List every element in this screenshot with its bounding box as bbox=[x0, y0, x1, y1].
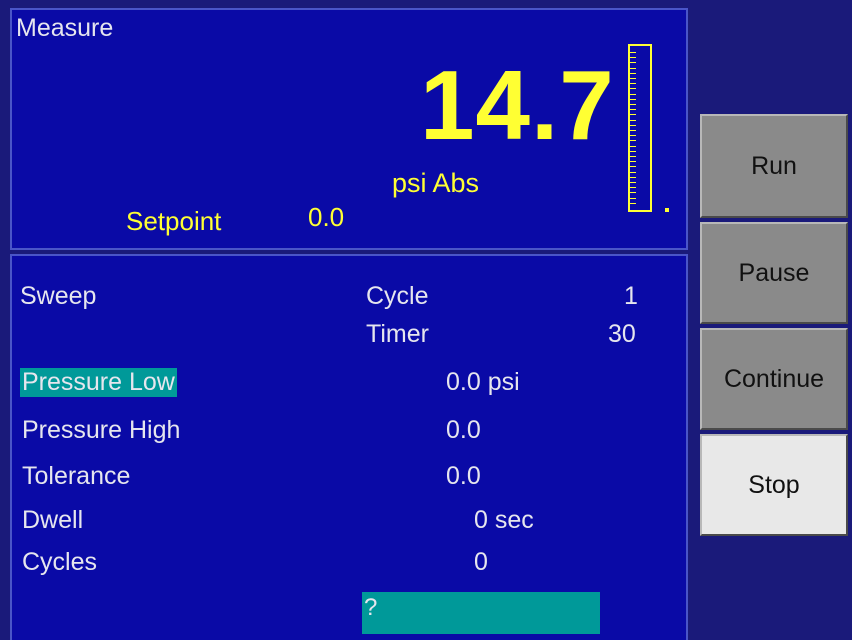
timer-label: Timer bbox=[366, 320, 429, 348]
gauge-tick bbox=[630, 109, 636, 111]
gauge-tick bbox=[630, 98, 636, 100]
gauge-tick bbox=[630, 104, 636, 105]
gauge-tick bbox=[630, 83, 636, 85]
gauge-tick bbox=[630, 93, 636, 95]
setpoint-value: 0.0 bbox=[308, 202, 345, 232]
gauge-tick bbox=[630, 124, 636, 126]
gauge-tick bbox=[630, 192, 636, 194]
gauge-tick bbox=[630, 114, 636, 116]
gauge-tick bbox=[630, 88, 636, 90]
cycle-label: Cycle bbox=[366, 282, 429, 310]
pressure-low-value[interactable]: 0.0 psi bbox=[446, 368, 520, 397]
sweep-title: Sweep bbox=[20, 282, 97, 310]
gauge-tick bbox=[630, 52, 636, 53]
gauge-tick bbox=[630, 176, 636, 178]
gauge-tick bbox=[630, 130, 636, 131]
stop-button[interactable]: Stop bbox=[700, 434, 848, 536]
run-button[interactable]: Run bbox=[700, 114, 848, 218]
pause-button[interactable]: Pause bbox=[700, 222, 848, 324]
gauge-indicator-dot bbox=[665, 208, 669, 212]
gauge-tick bbox=[630, 72, 636, 74]
gauge-tick bbox=[630, 187, 636, 189]
cycle-value: 1 bbox=[624, 282, 638, 310]
pressure-low-label[interactable]: Pressure Low bbox=[20, 368, 177, 397]
pressure-high-value[interactable]: 0.0 bbox=[446, 416, 481, 445]
tolerance-label[interactable]: Tolerance bbox=[22, 462, 130, 491]
dwell-label[interactable]: Dwell bbox=[22, 506, 83, 535]
timer-value: 30 bbox=[608, 320, 636, 348]
setpoint-label: Setpoint bbox=[126, 206, 222, 236]
gauge-tick bbox=[630, 197, 636, 199]
continue-button[interactable]: Continue bbox=[700, 328, 848, 430]
gauge-tick bbox=[630, 62, 636, 64]
gauge-tick bbox=[630, 166, 636, 168]
pressure-bar-gauge bbox=[628, 44, 652, 212]
gauge-tick bbox=[630, 182, 636, 183]
gauge-tick bbox=[630, 145, 636, 147]
gauge-tick bbox=[630, 67, 636, 69]
measure-title: Measure bbox=[16, 14, 114, 42]
dwell-value[interactable]: 0 sec bbox=[474, 506, 534, 535]
gauge-tick bbox=[630, 150, 636, 152]
pressure-high-label[interactable]: Pressure High bbox=[22, 416, 180, 445]
gauge-tick bbox=[630, 202, 636, 204]
gauge-tick bbox=[630, 156, 636, 157]
pressure-reading: 14.7 bbox=[420, 50, 615, 160]
input-prompt-field[interactable]: ? bbox=[362, 592, 600, 634]
gauge-tick bbox=[630, 57, 636, 59]
gauge-tick bbox=[630, 78, 636, 79]
cycles-value[interactable]: 0 bbox=[474, 548, 488, 577]
sweep-panel bbox=[10, 254, 688, 640]
gauge-tick bbox=[630, 119, 636, 121]
gauge-tick bbox=[630, 135, 636, 137]
gauge-tick bbox=[630, 161, 636, 163]
tolerance-value[interactable]: 0.0 bbox=[446, 462, 481, 491]
gauge-tick bbox=[630, 140, 636, 142]
gauge-tick bbox=[630, 171, 636, 173]
cycles-label[interactable]: Cycles bbox=[22, 548, 97, 577]
pressure-unit: psi Abs bbox=[392, 168, 480, 198]
